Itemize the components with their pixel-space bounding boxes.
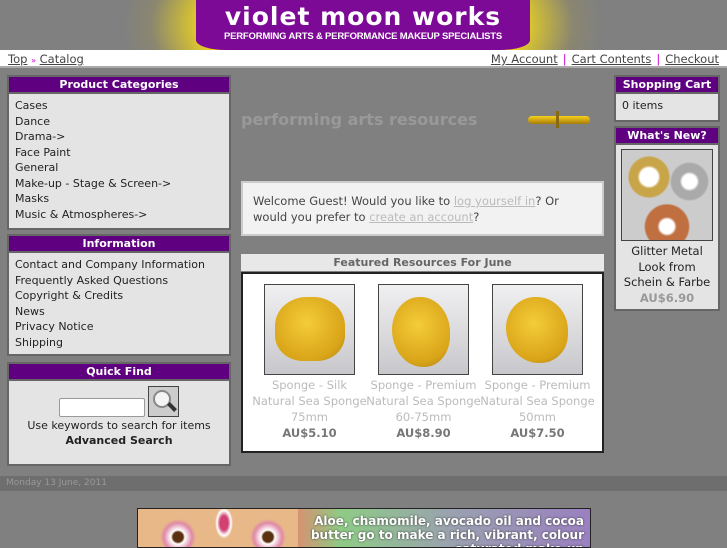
search-icon[interactable] (148, 386, 180, 417)
site-logo[interactable]: violet moon works PERFORMING ARTS & PERF… (196, 0, 530, 50)
breadcrumb-catalog[interactable]: Catalog (40, 52, 84, 66)
promo-banner[interactable]: Aloe, chamomile, avocado oil and cocoa b… (137, 508, 591, 548)
category-link[interactable]: Masks (15, 191, 223, 207)
category-link[interactable]: Face Paint (15, 145, 223, 161)
shopping-cart-box: Shopping Cart 0 items (614, 75, 720, 122)
info-link[interactable]: Privacy Notice (15, 319, 223, 335)
divider: | (656, 52, 661, 66)
product-card: Sponge - Premium Natural Sea Sponge 50mm… (480, 284, 595, 441)
create-account-link[interactable]: create an account (369, 210, 473, 224)
whats-new-box: What's New? Glitter Metal Look from Sche… (614, 126, 720, 311)
product-price: AU$7.50 (510, 426, 565, 440)
category-link[interactable]: Drama-> (15, 129, 223, 145)
advanced-search-link[interactable]: Advanced Search (9, 434, 229, 447)
featured-products: Sponge - Silk Natural Sea Sponge 75mm AU… (241, 272, 604, 453)
welcome-text: ? (473, 210, 480, 224)
search-input[interactable] (58, 398, 145, 417)
new-product-image[interactable] (621, 149, 713, 241)
category-link[interactable]: Cases (15, 98, 223, 114)
cart-contents-link[interactable]: Cart Contents (572, 52, 652, 66)
product-image[interactable] (492, 284, 583, 375)
box-heading: Information (9, 236, 229, 253)
date-bar: Monday 13 June, 2011 (0, 476, 727, 491)
product-name[interactable]: Sponge - Premium Natural Sea Sponge 50mm (480, 377, 595, 425)
product-name[interactable]: Sponge - Silk Natural Sea Sponge 75mm (252, 377, 367, 425)
box-heading: Quick Find (9, 364, 229, 381)
product-card: Sponge - Premium Natural Sea Sponge 60-7… (366, 284, 481, 441)
new-product-name[interactable]: Glitter Metal Look from Schein & Farbe (621, 244, 713, 291)
welcome-text: Welcome Guest! Would you like to (253, 194, 454, 208)
cart-contents: 0 items (622, 99, 664, 112)
login-link[interactable]: log yourself in (454, 194, 536, 208)
info-link[interactable]: News (15, 304, 223, 320)
welcome-message: Welcome Guest! Would you like to log you… (241, 181, 604, 236)
product-price: AU$8.90 (396, 426, 451, 440)
product-categories-box: Product Categories Cases Dance Drama-> F… (7, 75, 231, 230)
category-link[interactable]: Dance (15, 114, 223, 130)
checkout-link[interactable]: Checkout (665, 52, 719, 66)
quick-find-box: Quick Find Use keywords to search for it… (7, 362, 231, 466)
info-link[interactable]: Contact and Company Information (15, 257, 223, 273)
product-name[interactable]: Sponge - Premium Natural Sea Sponge 60-7… (366, 377, 481, 425)
box-heading: Shopping Cart (616, 77, 718, 94)
category-link[interactable]: Make-up - Stage & Screen-> (15, 176, 223, 192)
new-product-price: AU$6.90 (639, 290, 695, 305)
information-box: Information Contact and Company Informat… (7, 234, 231, 356)
magic-wand-icon (528, 111, 590, 128)
product-price: AU$5.10 (282, 426, 337, 440)
divider: | (562, 52, 567, 66)
category-link[interactable]: Music & Atmospheres-> (15, 207, 223, 223)
box-heading: Product Categories (9, 77, 229, 94)
site-title: violet moon works (224, 2, 502, 31)
product-image[interactable] (378, 284, 469, 375)
navigation-bar: Top » Catalog My Account | Cart Contents | C… (0, 50, 727, 68)
search-hint: Use keywords to search for items (27, 419, 211, 432)
info-link[interactable]: Frequently Asked Questions (15, 273, 223, 289)
page-title: performing arts resources (241, 110, 478, 129)
info-link[interactable]: Copyright & Credits (15, 288, 223, 304)
breadcrumb: Top » Catalog (8, 52, 84, 66)
category-link[interactable]: General (15, 160, 223, 176)
product-image[interactable] (264, 284, 355, 375)
breadcrumb-top[interactable]: Top (8, 52, 27, 66)
promo-text: Aloe, chamomile, avocado oil and cocoa b… (310, 514, 584, 547)
breadcrumb-separator: » (31, 56, 36, 65)
account-links: My Account | Cart Contents | Checkout (491, 52, 719, 66)
product-card: Sponge - Silk Natural Sea Sponge 75mm AU… (252, 284, 367, 441)
info-link[interactable]: Shipping (15, 335, 223, 351)
box-heading: What's New? (616, 128, 718, 145)
site-subtitle: PERFORMING ARTS & PERFORMANCE MAKEUP SPE… (223, 31, 503, 42)
current-date: Monday 13 June, 2011 (6, 478, 107, 488)
header-banner: violet moon works PERFORMING ARTS & PERF… (0, 0, 727, 50)
my-account-link[interactable]: My Account (491, 52, 558, 66)
featured-heading: Featured Resources For June (241, 254, 604, 271)
